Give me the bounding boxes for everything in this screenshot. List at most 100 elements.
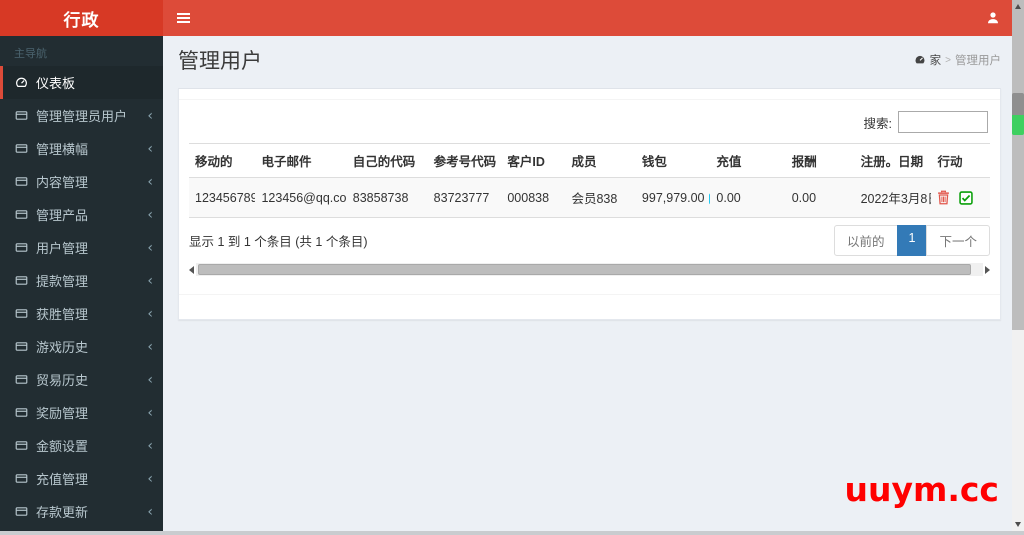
vertical-scrollbar-thumb[interactable]	[1012, 13, 1024, 330]
top-navbar: 行政	[0, 0, 1012, 36]
sidebar-toggle-button[interactable]	[163, 0, 203, 36]
chevron-left-icon: ‹	[147, 140, 153, 157]
sidebar-item-manage-products[interactable]: 管理产品 ‹	[0, 198, 163, 231]
users-table: 移动的 电子邮件 自己的代码 参考号代码 客户ID 成员 钱包 充值 报酬 注册…	[189, 143, 990, 218]
search-label: 搜索:	[863, 116, 892, 131]
sidebar-item-content-management[interactable]: 内容管理 ‹	[0, 165, 163, 198]
sidebar-item-amount-settings[interactable]: 金额设置 ‹	[0, 429, 163, 462]
panel-icon	[15, 309, 28, 318]
chevron-left-icon: ‹	[147, 305, 153, 322]
chevron-left-icon: ‹	[147, 272, 153, 289]
scroll-right-arrow-icon[interactable]	[985, 265, 990, 274]
sidebar-item-game-history[interactable]: 游戏历史 ‹	[0, 330, 163, 363]
wallet-edit-button[interactable]	[709, 191, 711, 205]
cell-recharge: 0.00	[710, 177, 786, 218]
panel-icon	[15, 144, 28, 153]
sidebar-item-manage-admin-users[interactable]: 管理管理员用户 ‹	[0, 99, 163, 132]
panel-icon	[15, 375, 28, 384]
sidebar-item-dashboard[interactable]: 仪表板	[0, 66, 163, 99]
cell-reg-date: 2022年3月8日	[854, 177, 932, 218]
column-mobile[interactable]: 移动的	[189, 143, 256, 178]
sidebar-item-label: 贸易历史	[36, 373, 89, 388]
navbar	[163, 0, 1012, 36]
sidebar-item-user-management[interactable]: 用户管理 ‹	[0, 231, 163, 264]
horizontal-scrollbar-track[interactable]	[196, 263, 983, 276]
sidebar-item-withdrawal-management[interactable]: 提款管理 ‹	[0, 264, 163, 297]
scroll-up-arrow-icon[interactable]	[1012, 0, 1024, 13]
sidebar-nav: 主导航 仪表板 管理管理员用户 ‹ 管理横幅 ‹ 内容管理 ‹ 管理产品 ‹ 用…	[0, 36, 163, 531]
column-email[interactable]: 电子邮件	[255, 143, 347, 178]
content-header: 管理用户 家 > 管理用户	[178, 45, 1001, 75]
chevron-left-icon: ‹	[147, 206, 153, 223]
users-panel: 搜索: 移动的 电子邮件 自己的代码 参考号代码 客户ID 成员 钱包 充值 报…	[178, 88, 1001, 320]
scroll-left-arrow-icon[interactable]	[189, 265, 194, 274]
watermark: uuym.cc	[844, 470, 999, 509]
breadcrumb-home-link[interactable]: 家	[930, 52, 942, 68]
page-vertical-scrollbar[interactable]	[1012, 0, 1024, 535]
horizontal-scrollbar-thumb[interactable]	[198, 264, 971, 275]
sidebar-item-label: 内容管理	[36, 175, 89, 190]
sidebar-item-recharge-management[interactable]: 充值管理 ‹	[0, 462, 163, 495]
cell-reward: 0.00	[785, 177, 855, 218]
panel-body: 搜索: 移动的 电子邮件 自己的代码 参考号代码 客户ID 成员 钱包 充值 报…	[179, 100, 1000, 294]
pagination-next-button[interactable]: 下一个	[926, 225, 990, 256]
scroll-down-arrow-icon[interactable]	[1012, 518, 1024, 531]
panel-icon	[15, 210, 28, 219]
sidebar-item-reward-management[interactable]: 奖励管理 ‹	[0, 396, 163, 429]
wallet-amount: 997,979.00	[641, 190, 705, 205]
panel-footer	[179, 294, 1000, 319]
page-title: 管理用户	[178, 50, 262, 73]
sidebar-item-label: 金额设置	[36, 439, 89, 454]
column-reward[interactable]: 报酬	[785, 143, 855, 178]
user-icon	[988, 12, 998, 24]
sidebar-item-label: 奖励管理	[36, 406, 89, 421]
panel-icon	[15, 111, 28, 120]
main-content: 管理用户 家 > 管理用户 搜索: 移动的 电子邮件 自己的代码 参考号代码 客…	[163, 36, 1012, 531]
sidebar-item-deposit-update[interactable]: 存款更新 ‹	[0, 495, 163, 528]
column-own-code[interactable]: 自己的代码	[346, 143, 428, 178]
pagination: 以前的 1 下一个	[834, 225, 990, 256]
table-horizontal-scrollbar[interactable]	[189, 263, 990, 276]
panel-icon	[15, 507, 28, 516]
column-recharge[interactable]: 充值	[710, 143, 786, 178]
delete-user-button[interactable]	[937, 190, 950, 205]
app-window: 行政 主导航 仪表板 管理管理员用户 ‹ 管理横幅 ‹ 内容管理 ‹ 管理产品 …	[0, 0, 1024, 535]
sidebar-item-label: 管理横幅	[36, 142, 89, 157]
chevron-left-icon: ‹	[147, 503, 153, 520]
chevron-left-icon: ‹	[147, 404, 153, 421]
pagination-previous-button[interactable]: 以前的	[834, 225, 898, 256]
column-reg-date[interactable]: 注册。日期	[854, 143, 932, 178]
panel-icon	[15, 342, 28, 351]
sidebar-item-label: 提款管理	[36, 274, 89, 289]
column-client-id[interactable]: 客户ID	[501, 143, 566, 178]
sidebar-item-manage-banner[interactable]: 管理横幅 ‹	[0, 132, 163, 165]
app-logo[interactable]: 行政	[0, 0, 163, 36]
table-row: 1234567890 123456@qq.com 83858738 837237…	[189, 177, 990, 218]
sidebar-item-label: 游戏历史	[36, 340, 89, 355]
sidebar-item-trade-history[interactable]: 贸易历史 ‹	[0, 363, 163, 396]
column-action[interactable]: 行动	[931, 143, 990, 178]
trash-icon	[938, 190, 950, 205]
panel-icon	[15, 474, 28, 483]
sidebar-item-winning-management[interactable]: 获胜管理 ‹	[0, 297, 163, 330]
edit-icon	[709, 193, 711, 204]
pagination-page-1[interactable]: 1	[896, 225, 928, 256]
user-menu-button[interactable]	[974, 0, 1012, 36]
column-wallet[interactable]: 钱包	[635, 143, 711, 178]
sidebar-item-label: 获胜管理	[36, 307, 89, 322]
scrollbar-marker-gray	[1012, 93, 1024, 115]
cell-own-code: 83858738	[346, 177, 428, 218]
search-input[interactable]	[898, 111, 988, 133]
panel-icon	[15, 276, 28, 285]
column-ref-code[interactable]: 参考号代码	[427, 143, 502, 178]
breadcrumb-current: 管理用户	[955, 55, 1001, 67]
sidebar-item-label: 管理产品	[36, 208, 89, 223]
chevron-left-icon: ‹	[147, 470, 153, 487]
sidebar-item-label: 管理管理员用户	[36, 109, 128, 124]
approve-user-button[interactable]	[959, 190, 974, 205]
sidebar-item-label: 用户管理	[36, 241, 89, 256]
table-footer-row: 显示 1 到 1 个条目 (共 1 个条目) 以前的 1 下一个	[189, 225, 990, 256]
column-member[interactable]: 成员	[565, 143, 636, 178]
cell-wallet: 997,979.00	[635, 177, 711, 218]
panel-icon	[15, 441, 28, 450]
